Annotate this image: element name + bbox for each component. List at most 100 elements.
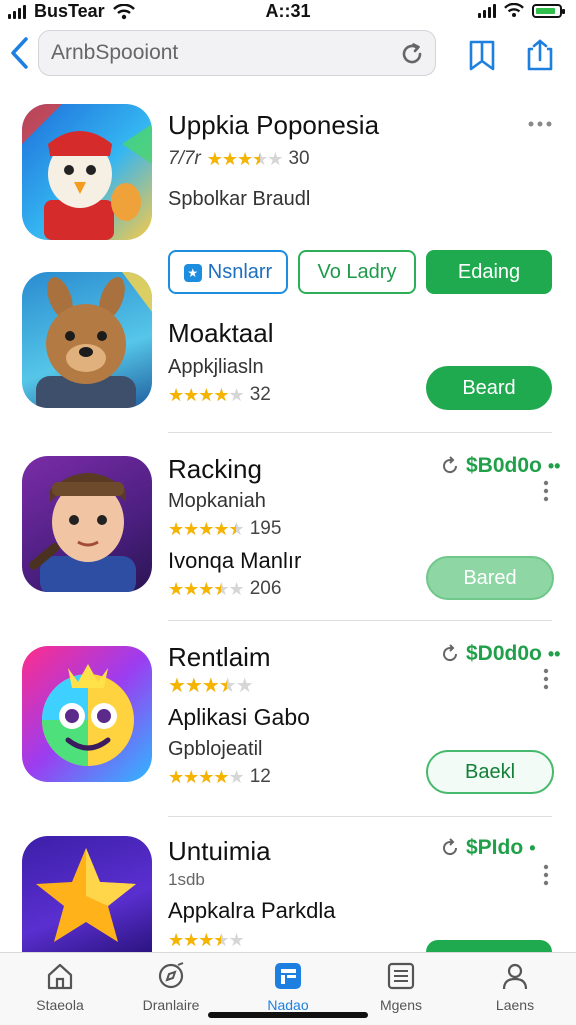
app-name[interactable]: Uppkia Poponesia [168,110,379,141]
app-icon-5[interactable] [22,836,152,952]
rainbow-face-icon [42,664,134,766]
rating-count: 206 [249,578,282,599]
app-rating: ★★★★★★★★★★ [168,675,254,697]
app-name[interactable]: Moaktaal [168,318,274,349]
compass-icon [158,962,184,989]
boy-character-icon [29,473,136,592]
app-rating: 7/7r ★★★★★★★★★★ 30 [168,148,310,170]
tab-label: Staeola [36,997,84,1013]
get-button[interactable]: Beard [426,366,552,410]
refresh-price-icon [443,456,458,474]
app-icon-2[interactable] [22,272,152,408]
app-price: $D0d0o •• [440,642,560,666]
app-category: Gpblojeatil [168,738,263,760]
tab-label: Mgens [379,997,423,1013]
tab-label: Laens [495,997,535,1013]
app-price: $B0d0o •• [440,454,560,478]
tab-apps[interactable]: Nadao [243,961,333,1013]
app-rating-secondary: ★★★★★★★★★★ 12 [168,766,271,788]
more-icon[interactable] [526,114,554,134]
app-rating-secondary: ★★★★★★★★★★ 206 [168,578,281,600]
chicken-character-icon [22,104,152,240]
status-right [478,3,565,18]
app-subtitle: Spbolkar Braudl [168,188,311,210]
tab-updates[interactable]: Mgens [356,961,446,1013]
rating-prefix: 7/7r [168,148,201,169]
app-category: 1sdb [168,870,205,889]
star-rating: ★★★★★★★★★★ [168,519,245,539]
refresh-price-icon [443,644,458,662]
get-button[interactable]: Bared [426,556,554,600]
get-button[interactable]: Bead [426,940,552,952]
app-subtitle: Ivonqa Manlır [168,548,302,573]
app-rating: ★★★★★★★★★★ 195 [168,518,281,540]
install-tag-button[interactable]: ★ Nsnlarr [168,250,288,294]
more-vertical-icon[interactable] [536,864,556,886]
chevron-left-icon [11,37,28,69]
rating-count: 32 [249,384,271,405]
reload-icon[interactable] [399,41,425,67]
cell-signal-icon [478,3,496,18]
tab-today[interactable]: Staeola [15,961,105,1013]
star-rating: ★★★★★★★★★★ [168,675,254,697]
app-icon-3[interactable] [22,456,152,592]
rating-count: 30 [288,148,310,169]
get-button[interactable]: Baekl [426,750,554,794]
battery-icon [532,3,565,18]
bookmark-icon [469,40,495,71]
app-price: $PIdo • [440,836,536,860]
rating-count: 195 [249,518,282,539]
tab-games[interactable]: Dranlaire [126,961,216,1013]
star-rating: ★★★★★★★★★★ [206,149,284,169]
home-icon [47,963,73,990]
star-rating: ★★★★★★★★★★ [168,767,245,787]
divider [168,816,552,817]
divider [168,620,552,621]
rating-count: 12 [249,766,271,787]
search-bar[interactable] [38,30,436,76]
app-rating: ★★★★★★★★★★ [168,930,244,950]
app-category: Mopkaniah [168,490,266,512]
wifi-icon [504,3,524,18]
price-label: $D0d0o [466,642,542,665]
divider [168,432,552,433]
dots-icon: •• [547,643,561,664]
app-category: Appkjliasln [168,356,264,378]
home-indicator [208,1012,368,1018]
share-button[interactable] [524,38,556,72]
ladry-tag-button[interactable]: Vo Ladry [298,250,416,294]
status-bar: BusTear A::31 [0,0,576,24]
list-icon [387,962,415,990]
refresh-price-icon [443,838,458,856]
star-icon [36,848,136,942]
dots-icon: • [529,837,536,858]
app-icon-4[interactable] [22,646,152,782]
app-subtitle: Aplikasi Gabo [168,704,310,730]
tab-label: Nadao [267,997,309,1013]
kangaroo-character-icon [36,272,152,408]
person-icon [502,963,528,990]
more-vertical-icon[interactable] [536,668,556,690]
battery-level [536,7,555,14]
star-rating: ★★★★★★★★★★ [168,385,245,405]
app-name[interactable]: Racking [168,454,262,485]
bookmark-button[interactable] [466,38,498,72]
search-input[interactable] [51,31,391,75]
app-name[interactable]: Untuimia [168,836,271,867]
share-icon [527,39,553,71]
get-button[interactable]: Edaing [426,250,552,294]
dots-icon: •• [547,455,561,476]
back-button[interactable] [8,36,38,72]
apps-icon [275,963,301,989]
tab-label: Dranlaire [142,997,200,1013]
app-icon-1[interactable] [22,104,152,240]
app-rating: ★★★★★★★★★★ 32 [168,384,271,406]
install-tag-label: Nsnlarr [207,261,273,283]
price-label: $PIdo [466,836,524,859]
shield-icon: ★ [183,263,202,282]
app-name[interactable]: Rentlaim [168,642,271,673]
more-vertical-icon[interactable] [536,480,556,502]
tab-account[interactable]: Laens [470,961,560,1013]
star-rating: ★★★★★★★★★★ [168,930,244,950]
app-subtitle: Appkalra Parkdla [168,898,336,923]
